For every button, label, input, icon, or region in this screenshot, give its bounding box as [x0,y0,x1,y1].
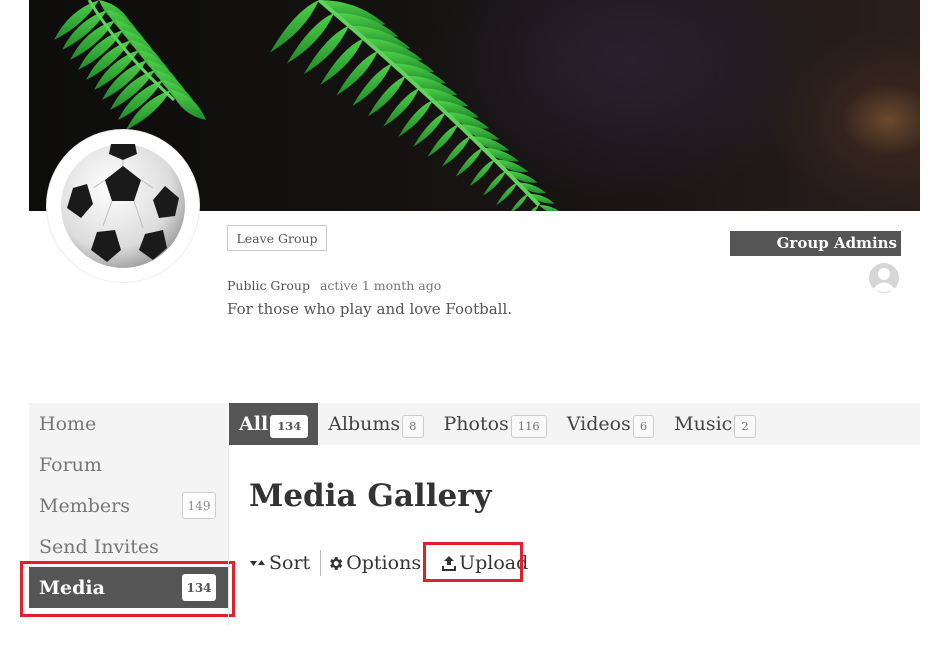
sidebar-item-label: Forum [39,453,102,476]
content-divider [228,445,229,625]
tab-albums[interactable]: Albums 8 [318,403,433,445]
group-activity: active 1 month ago [319,278,442,293]
tab-count-badge: 134 [270,414,309,438]
leave-group-button[interactable]: Leave Group [227,225,327,251]
sidebar-item-label: Send Invites [39,535,159,558]
group-type: Public Group [227,278,310,293]
media-count-badge: 134 [182,574,216,601]
tab-count-badge: 6 [632,414,655,438]
sidebar-item-label: Members [39,494,130,517]
tab-all[interactable]: All 134 [229,403,319,445]
upload-label: Upload [459,552,529,574]
options-label: Options [346,552,422,574]
admin-avatar-icon[interactable] [868,262,900,294]
tab-label: Albums [328,413,401,435]
tab-photos[interactable]: Photos 116 [434,403,557,445]
sidebar-item-forum[interactable]: Forum [29,444,228,485]
options-button[interactable]: Options [327,548,421,578]
page-title: Media Gallery [249,478,492,514]
tab-count-badge: 116 [510,414,547,438]
tab-label: All [239,413,269,435]
gear-icon [330,556,343,570]
tab-videos[interactable]: Videos 6 [557,403,664,445]
upload-button[interactable]: Upload [441,548,528,578]
group-avatar[interactable] [47,130,199,282]
tab-label: Photos [443,413,509,435]
sidebar-item-label: Media [39,576,105,599]
football-icon [61,144,185,268]
gallery-actions: Sort Options Upload [249,548,528,578]
group-nav-sidebar: Home Forum Members 149 Send Invites Medi… [29,403,228,608]
tab-label: Music [674,413,733,435]
tab-count-badge: 8 [402,414,424,438]
sidebar-item-send-invites[interactable]: Send Invites [29,526,228,567]
sidebar-item-members[interactable]: Members 149 [29,485,228,526]
sort-label: Sort [269,552,311,574]
tab-music[interactable]: Music 2 [664,403,766,445]
members-count-badge: 149 [182,492,216,519]
sort-button[interactable]: Sort [249,548,310,578]
sidebar-item-media[interactable]: Media 134 [29,567,228,608]
sidebar-item-label: Home [39,412,97,435]
media-type-tabs: All 134 Albums 8 Photos 116 Videos 6 Mus… [229,403,920,445]
tab-count-badge: 2 [734,414,756,438]
action-separator [320,550,322,576]
group-meta: Public Group active 1 month ago [227,278,441,293]
group-admins-heading: Group Admins [730,231,901,256]
tab-label: Videos [566,413,631,435]
group-description: For those who play and love Football. [227,300,513,318]
upload-icon [442,555,457,571]
sidebar-item-home[interactable]: Home [29,403,228,444]
sort-icon [250,560,265,566]
